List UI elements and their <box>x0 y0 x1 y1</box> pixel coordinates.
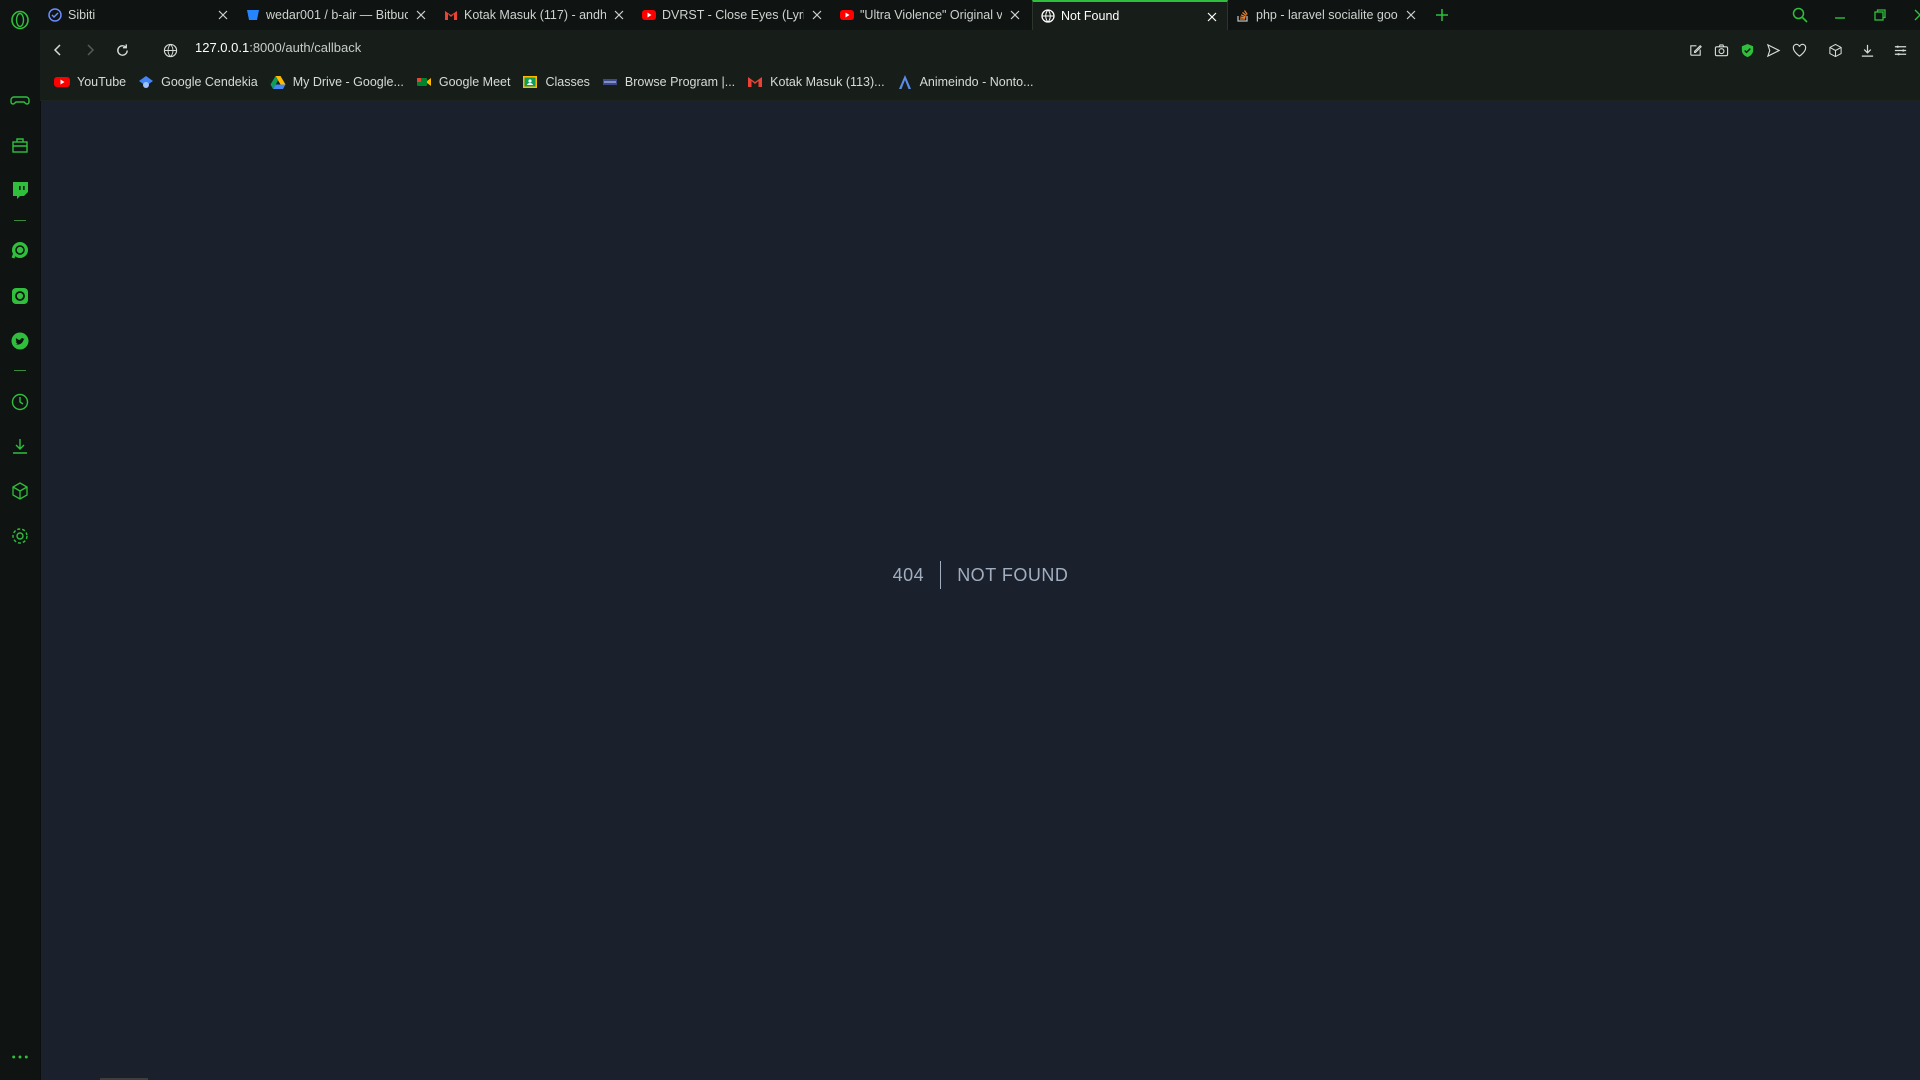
reload-button[interactable] <box>110 38 134 62</box>
tab-bitbucket[interactable]: wedar001 / b-air — Bitbucket <box>238 0 436 30</box>
check-badge-icon <box>48 8 62 22</box>
close-icon[interactable] <box>216 8 230 22</box>
tab-not-found-active[interactable]: Not Found <box>1032 0 1228 30</box>
bookmark-google-cendekia[interactable]: Google Cendekia <box>138 74 258 90</box>
browser-sidebar <box>0 0 40 1080</box>
meet-icon <box>416 74 432 90</box>
globe-icon <box>1041 9 1055 23</box>
close-icon[interactable] <box>414 8 428 22</box>
tab-label: DVRST - Close Eyes (Lyrics) <box>662 8 804 22</box>
easy-setup-menu-icon[interactable] <box>1888 38 1912 62</box>
error-code: 404 <box>893 561 942 589</box>
bookmark-classes[interactable]: Classes <box>522 74 590 90</box>
close-icon[interactable] <box>810 8 824 22</box>
whatsapp-icon[interactable] <box>8 238 32 262</box>
tab-label: php - laravel socialite google <box>1256 8 1398 22</box>
tab-label: Kotak Masuk (117) - andhika <box>464 8 606 22</box>
tab-sibiti[interactable]: Sibiti <box>40 0 238 30</box>
tab-label: Sibiti <box>68 8 96 22</box>
stackoverflow-icon <box>1236 8 1250 22</box>
close-icon[interactable] <box>1205 10 1219 24</box>
page-content: 404 NOT FOUND <box>41 101 1920 1080</box>
bookmark-label: Classes <box>545 75 590 89</box>
youtube-icon <box>840 8 854 22</box>
extensions-cube-icon[interactable] <box>1823 38 1847 62</box>
new-tab-plus-icon[interactable] <box>1430 0 1454 30</box>
send-arrow-icon[interactable] <box>1761 38 1785 62</box>
restore-icon[interactable] <box>1860 0 1900 30</box>
gmail-icon <box>444 8 458 22</box>
bookmark-google-meet[interactable]: Google Meet <box>416 74 511 90</box>
classroom-icon <box>522 74 538 90</box>
gmail-icon <box>747 74 763 90</box>
history-clock-icon[interactable] <box>8 390 32 414</box>
twitch-icon[interactable] <box>8 178 32 202</box>
bookmark-label: Google Cendekia <box>161 75 258 89</box>
toolbox-icon[interactable] <box>8 133 32 157</box>
extensions-cube-icon[interactable] <box>8 479 32 503</box>
anime-icon <box>897 74 913 90</box>
forward-button[interactable] <box>78 38 102 62</box>
tab-gmail[interactable]: Kotak Masuk (117) - andhika <box>436 0 634 30</box>
sidebar-more-icon[interactable] <box>8 1050 32 1064</box>
tab-label: Not Found <box>1061 9 1120 23</box>
tab-strip: Sibiti wedar001 / b-air — Bitbucket Kota… <box>40 0 1920 30</box>
back-button[interactable] <box>46 38 70 62</box>
search-tabs-icon[interactable] <box>1780 0 1820 30</box>
bookmark-label: Google Meet <box>438 75 511 89</box>
drive-icon <box>270 74 286 90</box>
bitbucket-icon <box>246 8 260 22</box>
url-host: 127.0.0.1 <box>195 40 250 55</box>
close-window-icon[interactable] <box>1900 0 1920 30</box>
tab-youtube-dvrst[interactable]: DVRST - Close Eyes (Lyrics) <box>634 0 832 30</box>
address-bar[interactable]: 127.0.0.1:8000/auth/callback <box>195 40 361 55</box>
download-icon[interactable] <box>1855 38 1879 62</box>
url-path: :8000/auth/callback <box>249 40 362 55</box>
gamepad-icon[interactable] <box>8 88 32 112</box>
edit-page-icon[interactable] <box>1683 38 1707 62</box>
tab-youtube-ultraviolence[interactable]: "Ultra Violence" Original vs <box>832 0 1030 30</box>
minimize-icon[interactable] <box>1820 0 1860 30</box>
bookmark-label: Browse Program |... <box>624 75 736 89</box>
snapshot-camera-icon[interactable] <box>1709 38 1733 62</box>
bookmarks-bar: YouTube Google Cendekia My Drive - Googl… <box>54 70 1046 94</box>
not-found-message: 404 NOT FOUND <box>41 561 1920 589</box>
tab-label: "Ultra Violence" Original vs <box>860 8 1002 22</box>
heart-icon[interactable] <box>1787 38 1811 62</box>
bookmark-label: YouTube <box>77 75 127 89</box>
close-icon[interactable] <box>1404 8 1418 22</box>
downloads-icon[interactable] <box>8 434 32 458</box>
settings-gear-icon[interactable] <box>8 524 32 548</box>
bookmark-youtube[interactable]: YouTube <box>54 74 126 90</box>
error-text: NOT FOUND <box>957 565 1069 585</box>
browser-toolbar: 127.0.0.1:8000/auth/callback YouTube Goo… <box>40 30 1920 101</box>
twitter-icon[interactable] <box>8 329 32 353</box>
bookmark-browse-program[interactable]: Browse Program |... <box>602 74 735 90</box>
bookmark-label: Animeindo - Nonto... <box>919 75 1034 89</box>
youtube-icon <box>642 8 656 22</box>
adblock-shield-icon[interactable] <box>1735 38 1759 62</box>
site-info-globe-icon[interactable] <box>158 38 182 62</box>
tab-label: wedar001 / b-air — Bitbucket <box>266 8 408 22</box>
bookmark-my-drive[interactable]: My Drive - Google... <box>270 74 404 90</box>
close-icon[interactable] <box>612 8 626 22</box>
program-icon <box>602 74 618 90</box>
bookmark-animeindo[interactable]: Animeindo - Nonto... <box>897 74 1034 90</box>
opera-gx-logo-icon[interactable] <box>8 8 32 32</box>
bookmark-label: Kotak Masuk (113)... <box>770 75 885 89</box>
scholar-icon <box>138 74 154 90</box>
close-icon[interactable] <box>1008 8 1022 22</box>
youtube-icon <box>54 74 70 90</box>
instagram-icon[interactable] <box>8 284 32 308</box>
bookmark-label: My Drive - Google... <box>292 75 404 89</box>
tab-stackoverflow[interactable]: php - laravel socialite google <box>1228 0 1426 30</box>
bookmark-kotak-masuk[interactable]: Kotak Masuk (113)... <box>747 74 885 90</box>
